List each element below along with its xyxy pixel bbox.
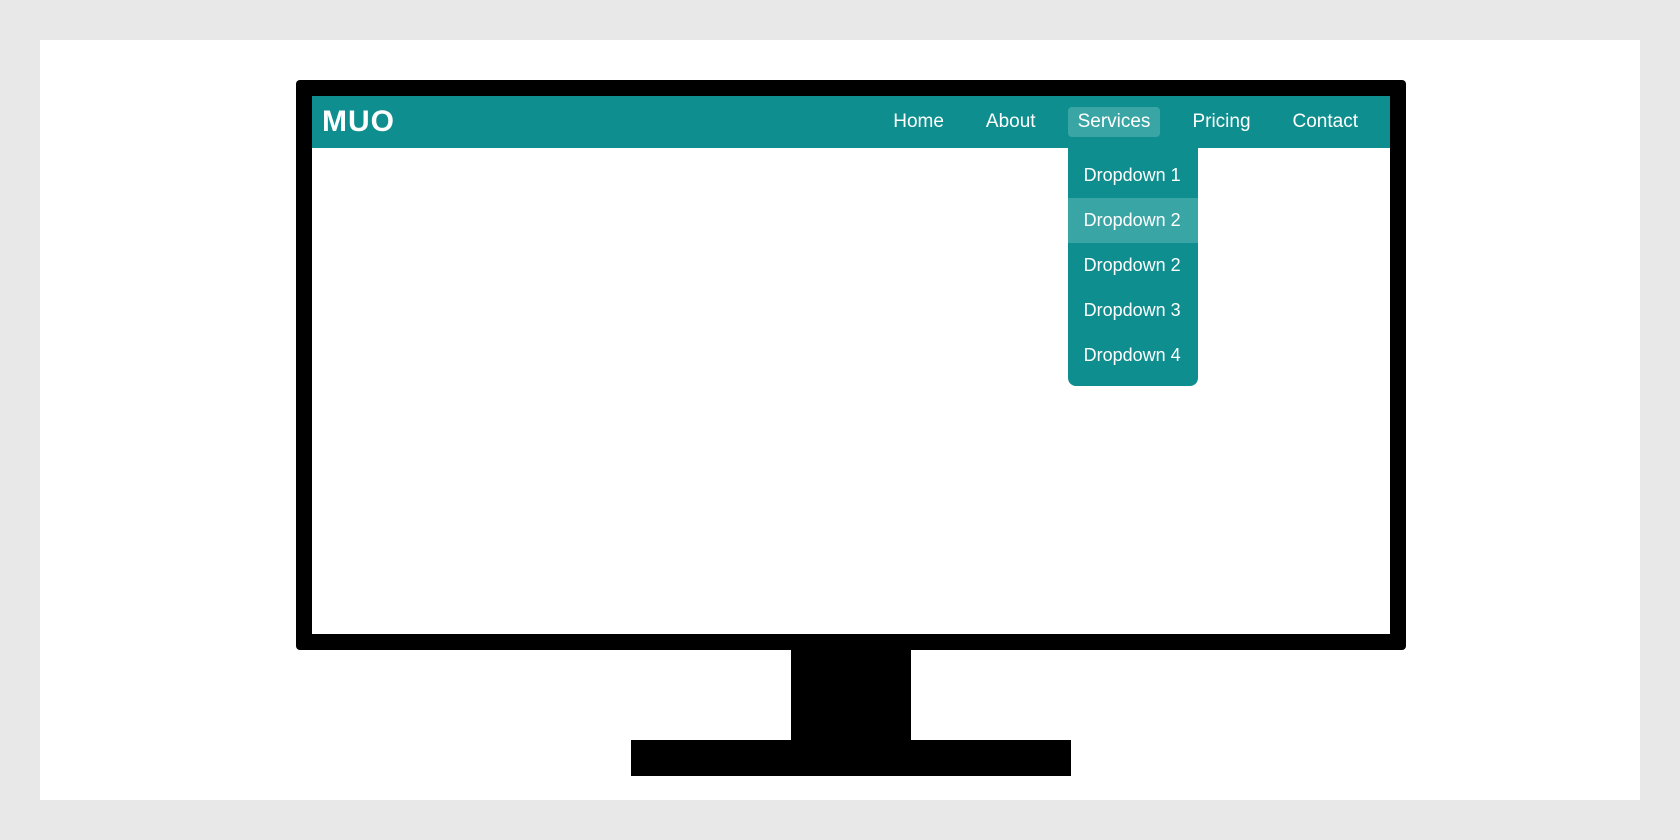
nav-item-label: Services	[1078, 111, 1151, 132]
nav-item-about[interactable]: About	[976, 107, 1046, 137]
nav-item-contact[interactable]: Contact	[1283, 107, 1368, 137]
nav-item-label: About	[986, 111, 1036, 132]
monitor-bezel: MUO Home About Services Drop	[296, 80, 1406, 650]
dropdown-item[interactable]: Dropdown 1	[1068, 153, 1198, 198]
nav-items: Home About Services Dropdown 1	[883, 107, 1368, 137]
page-canvas: MUO Home About Services Drop	[40, 40, 1640, 800]
monitor-neck	[791, 650, 911, 740]
site-logo[interactable]: MUO	[322, 105, 395, 139]
monitor: MUO Home About Services Drop	[296, 80, 1406, 776]
monitor-screen: MUO Home About Services Drop	[312, 96, 1390, 634]
nav-item-pricing[interactable]: Pricing	[1182, 107, 1260, 137]
nav-item-label: Pricing	[1192, 111, 1250, 132]
dropdown-item-label: Dropdown 2	[1084, 255, 1181, 275]
dropdown-item[interactable]: Dropdown 4	[1068, 333, 1198, 378]
navbar: MUO Home About Services Drop	[312, 96, 1390, 148]
dropdown-item[interactable]: Dropdown 2	[1068, 243, 1198, 288]
dropdown-item-label: Dropdown 1	[1084, 165, 1181, 185]
nav-item-label: Contact	[1293, 111, 1358, 132]
dropdown-item[interactable]: Dropdown 2	[1068, 198, 1198, 243]
nav-item-home[interactable]: Home	[883, 107, 954, 137]
services-dropdown: Dropdown 1 Dropdown 2 Dropdown 2 Dropdow…	[1068, 145, 1198, 386]
dropdown-item-label: Dropdown 3	[1084, 300, 1181, 320]
dropdown-item[interactable]: Dropdown 3	[1068, 288, 1198, 333]
dropdown-item-label: Dropdown 2	[1084, 210, 1181, 230]
nav-item-services[interactable]: Services Dropdown 1 Dropdown 2 Dropdown …	[1068, 107, 1161, 137]
monitor-base	[631, 740, 1071, 776]
nav-item-label: Home	[893, 111, 944, 132]
dropdown-item-label: Dropdown 4	[1084, 345, 1181, 365]
